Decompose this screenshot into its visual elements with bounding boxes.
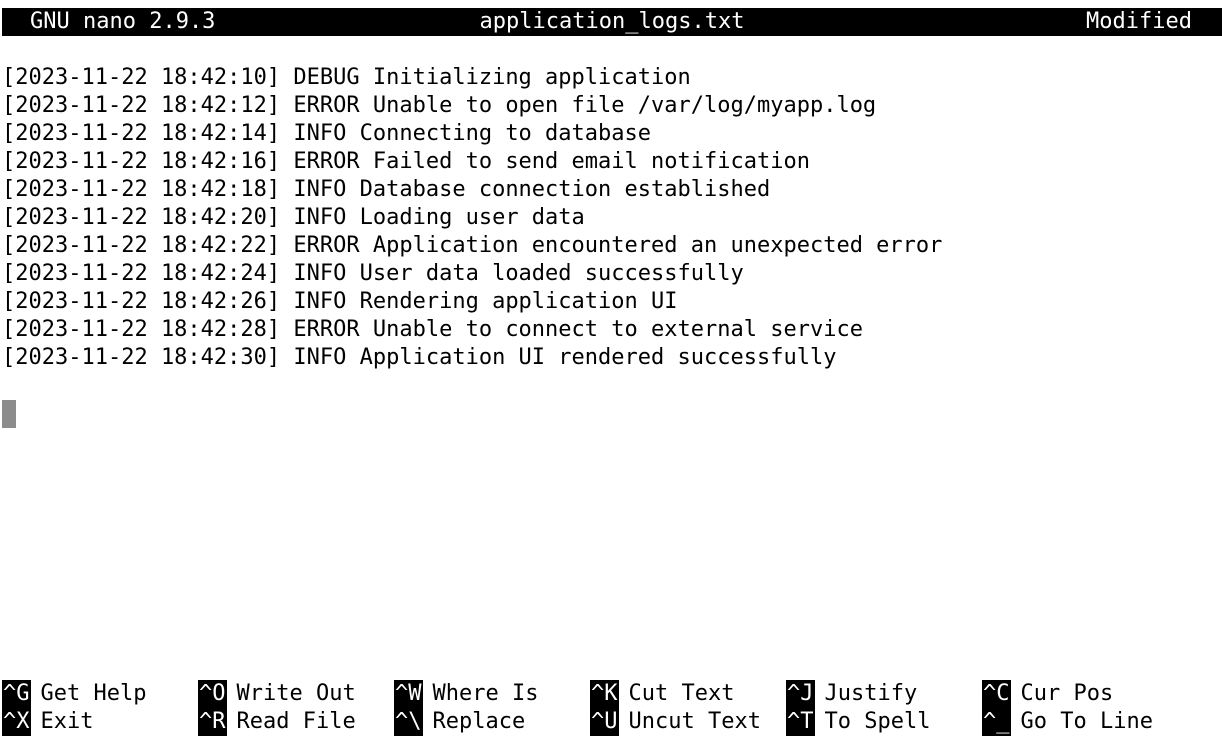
log-line: [2023-11-22 18:42:24] INFO User data loa… xyxy=(2,261,744,286)
shortcut-label: Where Is xyxy=(432,681,539,706)
log-line: [2023-11-22 18:42:20] INFO Loading user … xyxy=(2,205,585,230)
log-line: [2023-11-22 18:42:28] ERROR Unable to co… xyxy=(2,317,863,342)
shortcut-key: ^R xyxy=(198,708,227,736)
log-line: [2023-11-22 18:42:16] ERROR Failed to se… xyxy=(2,149,810,174)
shortcut-justify[interactable]: ^J Justify xyxy=(786,680,917,708)
shortcut-get-help[interactable]: ^G Get Help xyxy=(2,680,146,708)
log-line: [2023-11-22 18:42:26] INFO Rendering app… xyxy=(2,289,678,314)
shortcut-key: ^W xyxy=(394,680,423,708)
shortcut-replace[interactable]: ^\ Replace xyxy=(394,708,525,736)
shortcut-key: ^K xyxy=(590,680,619,708)
title-bar: GNU nano 2.9.3 application_logs.txt Modi… xyxy=(2,8,1222,36)
text-cursor xyxy=(2,400,16,428)
text-buffer[interactable]: [2023-11-22 18:42:10] DEBUG Initializing… xyxy=(2,64,1222,372)
filename: application_logs.txt xyxy=(479,9,745,34)
shortcut-cut-text[interactable]: ^K Cut Text xyxy=(590,680,734,708)
log-line: [2023-11-22 18:42:12] ERROR Unable to op… xyxy=(2,93,877,118)
shortcut-cur-pos[interactable]: ^C Cur Pos xyxy=(982,680,1113,708)
log-line: [2023-11-22 18:42:30] INFO Application U… xyxy=(2,345,837,370)
shortcut-write-out[interactable]: ^O Write Out xyxy=(198,680,356,708)
shortcut-key: ^C xyxy=(982,680,1011,708)
shortcut-to-spell[interactable]: ^T To Spell xyxy=(786,708,930,736)
shortcut-key: ^U xyxy=(590,708,619,736)
shortcut-key: ^J xyxy=(786,680,815,708)
shortcut-key: ^O xyxy=(198,680,227,708)
shortcut-label: Replace xyxy=(432,709,526,734)
shortcut-label: Read File xyxy=(236,709,356,734)
shortcut-label: Justify xyxy=(824,681,918,706)
shortcut-read-file[interactable]: ^R Read File xyxy=(198,708,356,736)
shortcut-key: ^_ xyxy=(982,708,1011,736)
modified-status: Modified xyxy=(1086,9,1192,34)
shortcut-uncut-text[interactable]: ^U Uncut Text xyxy=(590,708,761,736)
shortcut-exit[interactable]: ^X Exit xyxy=(2,708,93,736)
shortcut-key: ^\ xyxy=(394,708,423,736)
shortcut-label: Cur Pos xyxy=(1020,681,1114,706)
shortcut-label: Uncut Text xyxy=(628,709,761,734)
shortcut-bar: ^G Get Help ^O Write Out ^W Where Is ^K Cut … xyxy=(2,680,1222,736)
shortcut-go-to-line[interactable]: ^_ Go To Line xyxy=(982,708,1153,736)
shortcut-label: Get Help xyxy=(40,681,147,706)
shortcut-label: Go To Line xyxy=(1020,709,1153,734)
log-line: [2023-11-22 18:42:18] INFO Database conn… xyxy=(2,177,771,202)
shortcut-label: To Spell xyxy=(824,709,931,734)
log-line: [2023-11-22 18:42:14] INFO Connecting to… xyxy=(2,121,652,146)
shortcut-where-is[interactable]: ^W Where Is xyxy=(394,680,538,708)
shortcut-label: Write Out xyxy=(236,681,356,706)
log-line: [2023-11-22 18:42:22] ERROR Application … xyxy=(2,233,943,258)
shortcut-key: ^G xyxy=(2,680,31,708)
shortcut-label: Cut Text xyxy=(628,681,735,706)
log-line: [2023-11-22 18:42:10] DEBUG Initializing… xyxy=(2,65,691,90)
shortcut-key: ^T xyxy=(786,708,815,736)
shortcut-label: Exit xyxy=(40,709,94,734)
shortcut-key: ^X xyxy=(2,708,31,736)
